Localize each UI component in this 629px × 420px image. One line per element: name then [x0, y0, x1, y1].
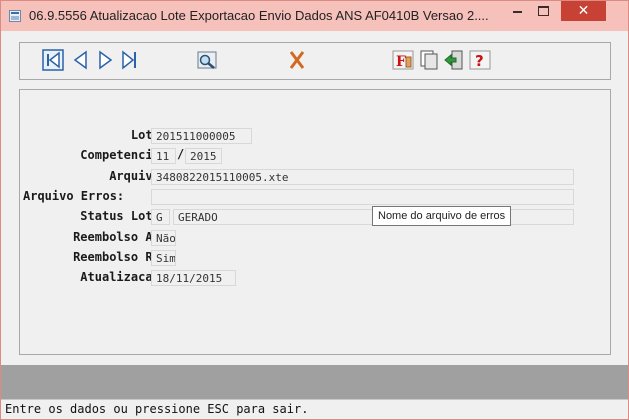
copy-button[interactable]	[418, 49, 440, 71]
next-record-button[interactable]	[94, 49, 116, 71]
minimize-icon	[512, 11, 522, 13]
cancel-x-icon	[289, 51, 305, 69]
main-window: 06.9.5556 Atualizacao Lote Exportacao En…	[0, 0, 629, 420]
previous-icon	[73, 50, 87, 70]
form-panel: Lote: 201511000005 Competencia: 11 / 201…	[19, 89, 611, 355]
maximize-icon	[537, 6, 549, 16]
first-record-button[interactable]	[42, 49, 64, 71]
search-button[interactable]	[196, 49, 218, 71]
toolbar: F ?	[19, 42, 611, 80]
tooltip: Nome do arquivo de erros	[372, 206, 512, 226]
first-icon	[42, 49, 64, 71]
previous-record-button[interactable]	[70, 49, 92, 71]
app-window-icon	[9, 10, 21, 22]
title-bar: 06.9.5556 Atualizacao Lote Exportacao En…	[1, 1, 628, 31]
minimize-button[interactable]	[504, 1, 530, 21]
lote-field[interactable]: 201511000005	[151, 128, 252, 144]
window-title: 06.9.5556 Atualizacao Lote Exportacao En…	[29, 8, 489, 23]
svg-text:?: ?	[475, 52, 484, 70]
help-icon: ?	[469, 50, 491, 70]
gray-separator-bar	[1, 365, 628, 399]
last-record-button[interactable]	[119, 49, 141, 71]
arquivo-field[interactable]: 3480822015110005.xte	[151, 169, 574, 185]
cancel-button[interactable]	[286, 49, 308, 71]
reembolso-rc-field[interactable]: Sim	[151, 250, 176, 266]
last-icon	[122, 50, 136, 70]
competencia-month-field[interactable]: 11	[151, 148, 176, 164]
help-button[interactable]: ?	[469, 49, 491, 71]
copy-icon	[420, 50, 438, 70]
arquivo-erros-label: Arquivo Erros:	[23, 189, 125, 203]
close-icon: ✕	[577, 3, 590, 19]
status-code-field[interactable]: G	[151, 209, 170, 225]
atualizacao-field: 18/11/2015	[151, 270, 236, 286]
search-icon	[197, 51, 217, 69]
maximize-button[interactable]	[530, 1, 556, 21]
status-bar: Entre os dados ou pressione ESC para sai…	[1, 399, 628, 419]
close-button[interactable]: ✕	[561, 1, 606, 21]
competencia-year-field[interactable]: 2015	[185, 148, 222, 164]
function-button[interactable]: F	[392, 49, 414, 71]
arquivo-erros-field[interactable]	[151, 189, 574, 205]
competencia-separator: /	[177, 147, 185, 161]
exit-icon	[444, 50, 463, 70]
next-icon	[99, 50, 113, 70]
svg-text:F: F	[396, 54, 406, 70]
reembolso-at-field[interactable]: Não	[151, 230, 176, 246]
function-icon: F	[392, 50, 414, 70]
exit-button[interactable]	[443, 49, 465, 71]
